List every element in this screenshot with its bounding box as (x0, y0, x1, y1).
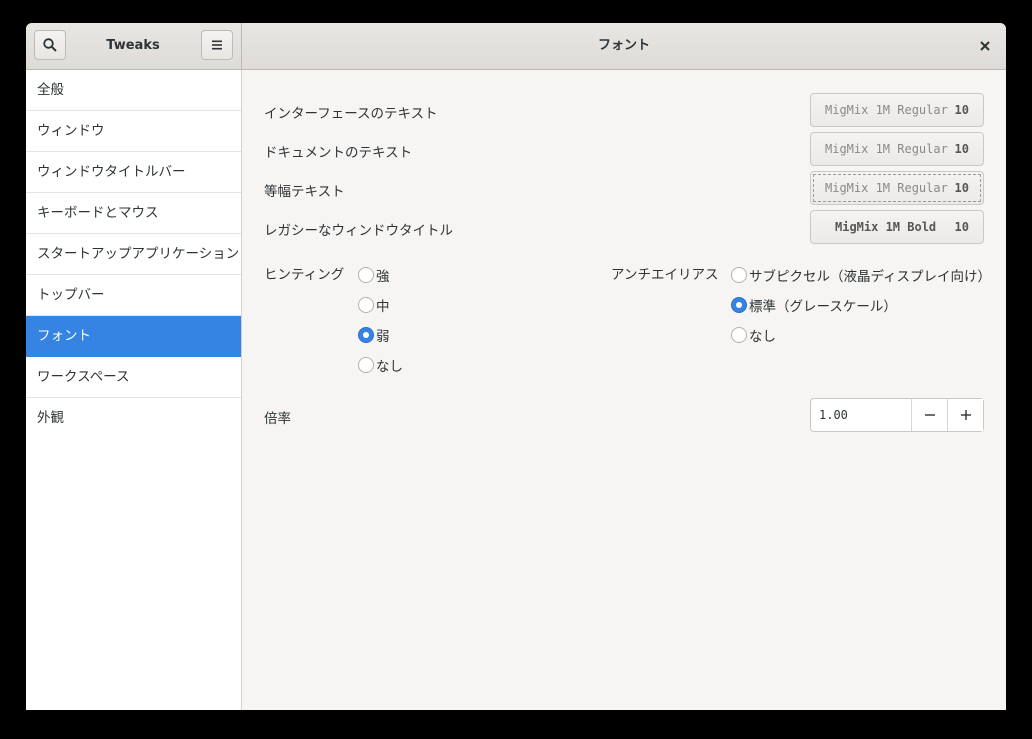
hinting-option-medium[interactable]: 中 (358, 295, 390, 315)
legacy-window-title-font-button[interactable]: MigMix 1M Bold 10 (810, 210, 984, 244)
decrement-button[interactable] (911, 399, 947, 431)
radio-label: 標準（グレースケール） (749, 299, 897, 315)
radio-button-selected[interactable] (731, 297, 747, 313)
close-icon (980, 41, 990, 51)
sidebar: 全般 ウィンドウ ウィンドウタイトルバー キーボードとマウス スタートアップアプ… (26, 70, 242, 710)
radio-label: 強 (376, 269, 390, 285)
sidebar-item-general[interactable]: 全般 (26, 70, 241, 111)
hinting-option-slight[interactable]: 弱 (358, 325, 390, 345)
sidebar-item-top-bar[interactable]: トップバー (26, 275, 241, 316)
header-bar: Tweaks フォント (26, 23, 1006, 70)
hinting-label: ヒンティング (264, 267, 345, 283)
sidebar-item-window-titlebars[interactable]: ウィンドウタイトルバー (26, 152, 241, 193)
interface-font-button[interactable]: MigMix 1M Regular 10 (810, 93, 984, 127)
search-button[interactable] (34, 30, 66, 60)
monospace-text-label: 等幅テキスト (264, 184, 345, 200)
scaling-factor-input[interactable]: 1.00 (811, 399, 911, 431)
radio-button[interactable] (358, 297, 374, 313)
sidebar-item-keyboard-mouse[interactable]: キーボードとマウス (26, 193, 241, 234)
fonts-panel: インターフェースのテキスト MigMix 1M Regular 10 ドキュメン… (242, 70, 1006, 710)
minus-icon (924, 414, 935, 416)
sidebar-item-workspaces[interactable]: ワークスペース (26, 357, 241, 398)
increment-button[interactable] (947, 399, 983, 431)
font-size: 10 (954, 142, 969, 156)
tweaks-window: Tweaks フォント 全般 ウィンドウ ウィンドウタイトルバー キーボードとマ… (26, 23, 1006, 710)
document-font-button[interactable]: MigMix 1M Regular 10 (810, 132, 984, 166)
header-left-pane: Tweaks (26, 23, 242, 69)
monospace-font-button[interactable]: MigMix 1M Regular 10 (810, 171, 984, 205)
radio-label: なし (749, 329, 776, 345)
font-size: 10 (954, 103, 969, 117)
interface-text-label: インターフェースのテキスト (264, 106, 438, 122)
radio-button[interactable] (731, 327, 747, 343)
page-title: フォント (597, 38, 650, 53)
radio-label: 中 (376, 299, 390, 315)
sidebar-item-appearance[interactable]: 外観 (26, 398, 241, 438)
font-name: MigMix 1M Bold (835, 220, 937, 234)
document-text-label: ドキュメントのテキスト (264, 145, 413, 161)
radio-label: なし (376, 359, 403, 375)
scaling-factor-label: 倍率 (264, 411, 291, 427)
scaling-factor-spinbutton: 1.00 (810, 398, 984, 432)
hinting-option-none[interactable]: なし (358, 355, 403, 375)
app-title: Tweaks (106, 38, 160, 53)
antialiasing-option-subpixel[interactable]: サブピクセル（液晶ディスプレイ向け） (731, 265, 991, 285)
radio-label: 弱 (376, 329, 390, 345)
radio-button-selected[interactable] (358, 327, 374, 343)
font-name: MigMix 1M Regular (825, 103, 948, 117)
menu-button[interactable] (201, 30, 233, 60)
font-name: MigMix 1M Regular (825, 181, 948, 195)
font-name: MigMix 1M Regular (825, 142, 948, 156)
antialiasing-label: アンチエイリアス (611, 267, 719, 283)
radio-button[interactable] (731, 267, 747, 283)
sidebar-item-fonts[interactable]: フォント (26, 316, 241, 357)
radio-button[interactable] (358, 357, 374, 373)
antialiasing-option-standard[interactable]: 標準（グレースケール） (731, 295, 897, 315)
sidebar-item-windows[interactable]: ウィンドウ (26, 111, 241, 152)
hamburger-menu-icon (212, 40, 222, 50)
plus-icon (960, 410, 971, 420)
radio-button[interactable] (358, 267, 374, 283)
search-icon (43, 38, 57, 52)
hinting-option-full[interactable]: 強 (358, 265, 390, 285)
font-size: 10 (954, 181, 969, 195)
font-size: 10 (954, 220, 969, 234)
antialiasing-option-none[interactable]: なし (731, 325, 776, 345)
close-button[interactable] (974, 35, 996, 57)
sidebar-item-startup-applications[interactable]: スタートアップアプリケーション (26, 234, 241, 275)
radio-label: サブピクセル（液晶ディスプレイ向け） (749, 269, 992, 285)
legacy-window-title-label: レガシーなウィンドウタイトル (264, 223, 453, 239)
